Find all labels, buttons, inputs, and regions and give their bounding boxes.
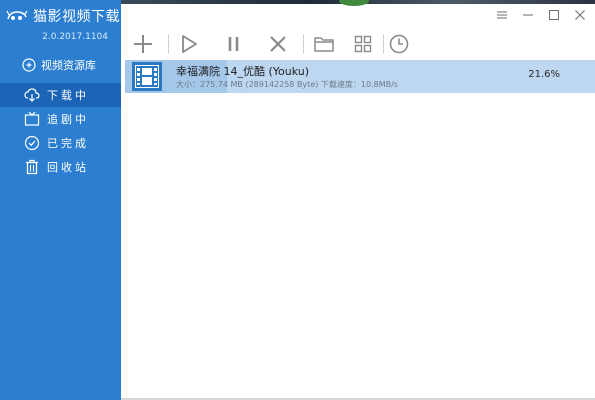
- menu-button[interactable]: [495, 8, 509, 22]
- sidebar-item-downloading[interactable]: 下载中: [0, 83, 121, 107]
- add-button[interactable]: [131, 32, 155, 56]
- grid-icon: [354, 35, 372, 53]
- download-row[interactable]: 幸福满院 14_优酷 (Youku) 大小：275.74 MB (2891422…: [125, 60, 595, 93]
- minimize-button[interactable]: [521, 8, 535, 22]
- app-brand: 猫影视频下载: [6, 6, 120, 26]
- delete-icon: [270, 36, 286, 52]
- toolbar-separator: [383, 34, 384, 54]
- close-icon: [575, 10, 585, 20]
- video-resource-label: 视频资源库: [41, 59, 96, 72]
- trash-icon: [26, 159, 38, 175]
- delete-button[interactable]: [266, 32, 290, 56]
- open-folder-button[interactable]: [312, 32, 336, 56]
- play-icon: [182, 35, 197, 53]
- video-resource-button[interactable]: 视频资源库: [22, 57, 96, 73]
- download-list: 幸福满院 14_优酷 (Youku) 大小：275.74 MB (2891422…: [121, 60, 595, 400]
- sidebar-item-recycle-bin[interactable]: 回收站: [0, 155, 121, 179]
- folder-icon: [314, 37, 334, 52]
- tv-icon: [24, 111, 40, 126]
- menu-icon: [497, 11, 507, 19]
- toolbar: [121, 28, 595, 60]
- sidebar: 猫影视频下载 2.0.2017.1104 视频资源库 下载中 追剧中 已完成 回…: [0, 0, 121, 400]
- sidebar-item-following[interactable]: 追剧中: [0, 107, 121, 131]
- download-detail: 大小：275.74 MB (289142258 Byte) 下载速度：10.8M…: [176, 80, 398, 89]
- pause-button[interactable]: [222, 32, 246, 56]
- view-grid-button[interactable]: [351, 32, 375, 56]
- sidebar-nav: 下载中 追剧中 已完成 回收站: [0, 83, 121, 179]
- toolbar-separator: [303, 34, 304, 54]
- check-circle-icon: [24, 135, 40, 151]
- cat-logo-icon: [6, 10, 28, 20]
- resource-circle-icon: [22, 58, 36, 72]
- minimize-icon: [523, 14, 533, 16]
- decorative-leaf: [339, 0, 369, 6]
- maximize-icon: [549, 10, 559, 20]
- window-controls: [495, 8, 587, 22]
- schedule-button[interactable]: [387, 32, 411, 56]
- cloud-download-icon: [24, 88, 40, 102]
- download-percent: 21.6%: [528, 69, 560, 80]
- add-icon: [134, 35, 152, 53]
- video-file-icon: [132, 62, 162, 91]
- clock-icon: [389, 34, 409, 54]
- start-button[interactable]: [177, 32, 201, 56]
- sidebar-item-label: 追剧中: [47, 113, 89, 126]
- app-version: 2.0.2017.1104: [42, 32, 108, 42]
- sidebar-item-label: 已完成: [47, 137, 89, 150]
- sidebar-item-label: 下载中: [47, 89, 89, 102]
- maximize-button[interactable]: [547, 8, 561, 22]
- close-button[interactable]: [573, 8, 587, 22]
- sidebar-item-completed[interactable]: 已完成: [0, 131, 121, 155]
- top-image-strip: [121, 0, 595, 6]
- download-title: 幸福满院 14_优酷 (Youku): [176, 65, 310, 78]
- pause-icon: [228, 37, 239, 51]
- toolbar-separator: [168, 34, 169, 54]
- sidebar-item-label: 回收站: [47, 161, 89, 174]
- app-title: 猫影视频下载: [33, 9, 120, 25]
